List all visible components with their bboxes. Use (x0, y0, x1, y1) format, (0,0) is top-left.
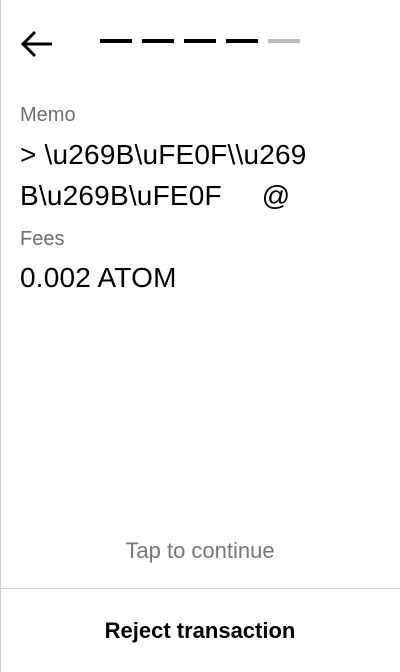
progress-step-4 (226, 39, 258, 43)
step-progress (100, 39, 300, 43)
fees-label: Fees (20, 228, 65, 250)
memo-label: Memo (20, 104, 76, 126)
screen-frame (0, 0, 399, 672)
tap-to-continue[interactable]: Tap to continue (0, 537, 400, 565)
progress-step-2 (142, 39, 174, 43)
arrow-left-icon (20, 30, 52, 58)
fees-value: 0.002 ATOM (20, 262, 177, 293)
memo-value-line-1: > \u269B\uFE0F\\u269 (20, 139, 307, 170)
progress-step-3 (184, 39, 216, 43)
progress-step-5 (268, 39, 300, 43)
back-button[interactable] (20, 26, 60, 62)
progress-step-1 (100, 39, 132, 43)
reject-transaction-button[interactable]: Reject transaction (0, 589, 400, 672)
memo-value-line-2: B\u269B\uFE0F @ (20, 180, 291, 211)
